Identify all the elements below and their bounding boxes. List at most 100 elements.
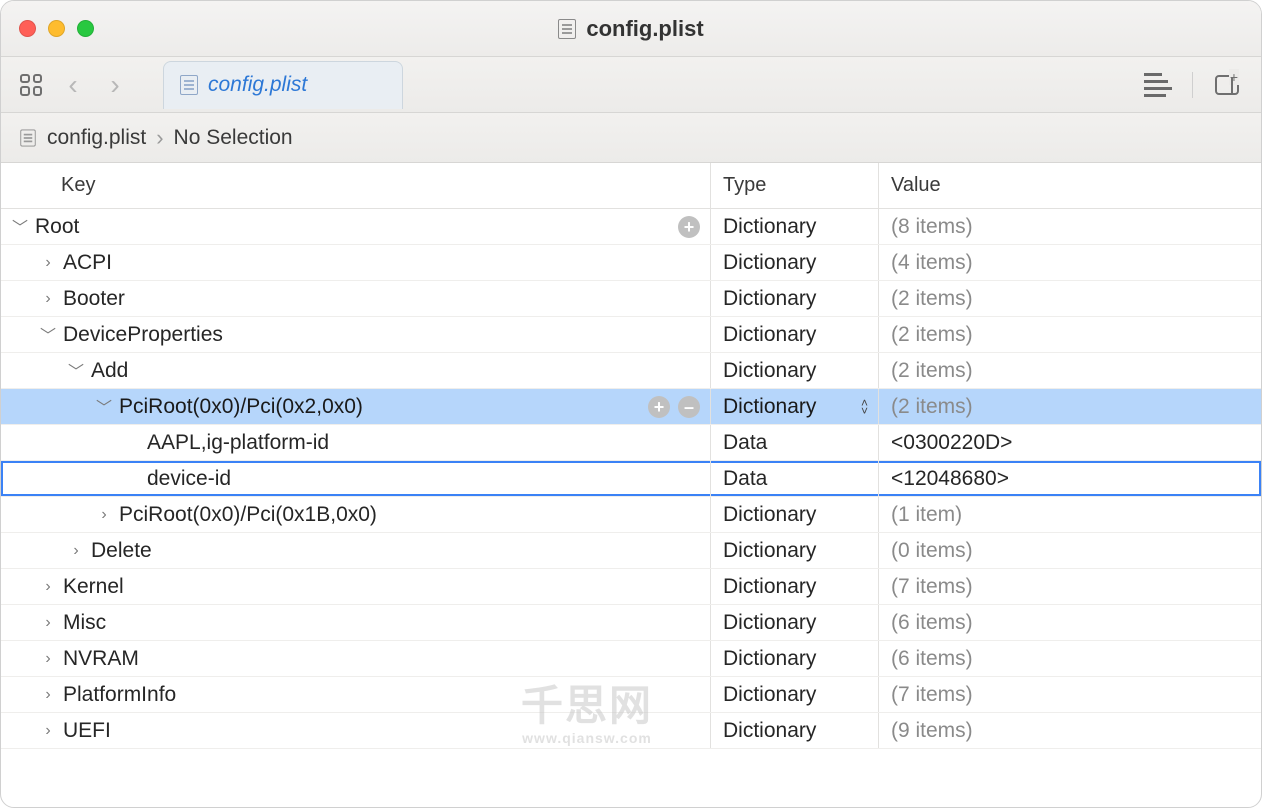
minimize-window-button[interactable]	[48, 20, 65, 37]
chevron-down-icon[interactable]: ﹀	[11, 214, 29, 238]
cell-key[interactable]: ›PlatformInfo	[1, 677, 711, 712]
cell-value[interactable]: (2 items)	[879, 353, 1261, 388]
cell-value[interactable]: (2 items)	[879, 317, 1261, 352]
path-selection[interactable]: No Selection	[174, 126, 293, 150]
close-window-button[interactable]	[19, 20, 36, 37]
chevron-right-icon[interactable]: ›	[39, 722, 57, 740]
table-row[interactable]: ›BooterDictionary(2 items)	[1, 281, 1261, 317]
column-header-key[interactable]: Key	[1, 163, 711, 208]
column-header-type[interactable]: Type	[711, 163, 879, 208]
chevron-right-icon[interactable]: ›	[39, 254, 57, 272]
cell-key[interactable]: ›Delete	[1, 533, 711, 568]
cell-value[interactable]: (6 items)	[879, 641, 1261, 676]
value-label: (1 item)	[891, 503, 962, 527]
type-label: Dictionary	[723, 539, 816, 563]
remove-item-button[interactable]: –	[678, 396, 700, 418]
cell-value[interactable]: (4 items)	[879, 245, 1261, 280]
cell-value[interactable]: (2 items)	[879, 281, 1261, 316]
cell-type[interactable]: Data	[711, 425, 879, 460]
cell-key[interactable]: ›Booter	[1, 281, 711, 316]
table-row[interactable]: ›KernelDictionary (7 items)	[1, 569, 1261, 605]
nav-forward-button[interactable]: ›	[99, 69, 131, 101]
cell-key[interactable]: ›ACPI	[1, 245, 711, 280]
cell-key[interactable]: ›PciRoot(0x0)/Pci(0x1B,0x0)	[1, 497, 711, 532]
cell-key[interactable]: ﹀DeviceProperties	[1, 317, 711, 352]
chevron-right-icon[interactable]: ›	[39, 578, 57, 596]
chevron-down-icon[interactable]: ﹀	[39, 322, 57, 346]
view-mode-button[interactable]	[1142, 69, 1174, 101]
column-header: Key Type Value	[1, 163, 1261, 209]
cell-type[interactable]: Dictionary˄˅	[711, 389, 879, 424]
type-stepper[interactable]: ˄˅	[861, 399, 868, 415]
chevron-right-icon[interactable]: ›	[95, 506, 113, 524]
cell-value[interactable]: (1 item)	[879, 497, 1261, 532]
chevron-right-icon[interactable]: ›	[39, 686, 57, 704]
table-row[interactable]: device-idData<12048680>	[1, 461, 1261, 497]
cell-type[interactable]: Dictionary	[711, 281, 879, 316]
cell-type[interactable]: Dictionary	[711, 569, 879, 604]
cell-type[interactable]: Dictionary	[711, 677, 879, 712]
table-row[interactable]: ﹀DevicePropertiesDictionary(2 items)	[1, 317, 1261, 353]
cell-value[interactable]: (7 items)	[879, 677, 1261, 712]
cell-key[interactable]: ﹀Root+	[1, 209, 711, 244]
cell-key[interactable]: ›Kernel	[1, 569, 711, 604]
related-items-button[interactable]	[15, 69, 47, 101]
cell-value[interactable]: (7 items)	[879, 569, 1261, 604]
chevron-down-icon[interactable]: ﹀	[67, 358, 85, 382]
chevron-right-icon[interactable]: ›	[67, 542, 85, 560]
table-row[interactable]: ﹀AddDictionary(2 items)	[1, 353, 1261, 389]
table-row[interactable]: ›PlatformInfoDictionary(7 items)	[1, 677, 1261, 713]
cell-value[interactable]: (8 items)	[879, 209, 1261, 244]
table-row[interactable]: ›ACPIDictionary(4 items)	[1, 245, 1261, 281]
toggle-inspector-button[interactable]: +	[1211, 69, 1243, 101]
cell-key[interactable]: ›NVRAM	[1, 641, 711, 676]
row-actions: +	[678, 216, 700, 238]
cell-value[interactable]: (9 items)	[879, 713, 1261, 748]
value-label: (7 items)	[891, 575, 973, 599]
cell-type[interactable]: Dictionary	[711, 245, 879, 280]
cell-type[interactable]: Dictionary	[711, 605, 879, 640]
table-row[interactable]: ›PciRoot(0x0)/Pci(0x1B,0x0)Dictionary (1 …	[1, 497, 1261, 533]
cell-type[interactable]: Dictionary	[711, 209, 879, 244]
cell-key[interactable]: › UEFI	[1, 713, 711, 748]
table-row[interactable]: AAPL,ig-platform-idData<0300220D>	[1, 425, 1261, 461]
table-row[interactable]: ›Delete Dictionary (0 items)	[1, 533, 1261, 569]
zoom-window-button[interactable]	[77, 20, 94, 37]
table-row[interactable]: ›MiscDictionary(6 items)	[1, 605, 1261, 641]
column-header-value[interactable]: Value	[879, 163, 1261, 208]
chevron-right-icon[interactable]: ›	[39, 614, 57, 632]
table-row[interactable]: ﹀Root+Dictionary(8 items)	[1, 209, 1261, 245]
cell-key[interactable]: device-id	[1, 461, 711, 496]
cell-type[interactable]: Dictionary	[711, 713, 879, 748]
table-row[interactable]: ﹀PciRoot(0x0)/Pci(0x2,0x0)+–Dictionary˄˅…	[1, 389, 1261, 425]
cell-key[interactable]: AAPL,ig-platform-id	[1, 425, 711, 460]
cell-type[interactable]: Dictionary	[711, 353, 879, 388]
key-label: DeviceProperties	[63, 323, 223, 347]
cell-value[interactable]: <12048680>	[879, 461, 1261, 496]
cell-type[interactable]: Dictionary	[711, 497, 879, 532]
cell-value[interactable]: (0 items)	[879, 533, 1261, 568]
cell-key[interactable]: ﹀PciRoot(0x0)/Pci(0x2,0x0)+–	[1, 389, 711, 424]
chevron-right-icon[interactable]: ›	[39, 290, 57, 308]
add-child-button[interactable]: +	[678, 216, 700, 238]
nav-back-button[interactable]: ‹	[57, 69, 89, 101]
cell-key[interactable]: ›Misc	[1, 605, 711, 640]
path-file[interactable]: config.plist	[47, 126, 146, 150]
chevron-right-icon[interactable]: ›	[39, 650, 57, 668]
cell-type[interactable]: Dictionary	[711, 641, 879, 676]
cell-value[interactable]: (2 items)	[879, 389, 1261, 424]
cell-key[interactable]: ﹀Add	[1, 353, 711, 388]
cell-value[interactable]: (6 items)	[879, 605, 1261, 640]
cell-value[interactable]: <0300220D>	[879, 425, 1261, 460]
cell-type[interactable]: Dictionary	[711, 533, 879, 568]
file-tab[interactable]: config.plist	[163, 61, 403, 109]
chevron-down-icon[interactable]: ﹀	[95, 394, 113, 418]
add-child-button[interactable]: +	[648, 396, 670, 418]
key-label: UEFI	[63, 719, 111, 743]
table-row[interactable]: › UEFI Dictionary(9 items)	[1, 713, 1261, 749]
cell-type[interactable]: Dictionary	[711, 317, 879, 352]
cell-type[interactable]: Data	[711, 461, 879, 496]
table-row[interactable]: ›NVRAMDictionary(6 items)	[1, 641, 1261, 677]
plist-tree[interactable]: ﹀Root+Dictionary(8 items)›ACPIDictionary…	[1, 209, 1261, 807]
chevron-right-icon: ›	[156, 125, 163, 151]
